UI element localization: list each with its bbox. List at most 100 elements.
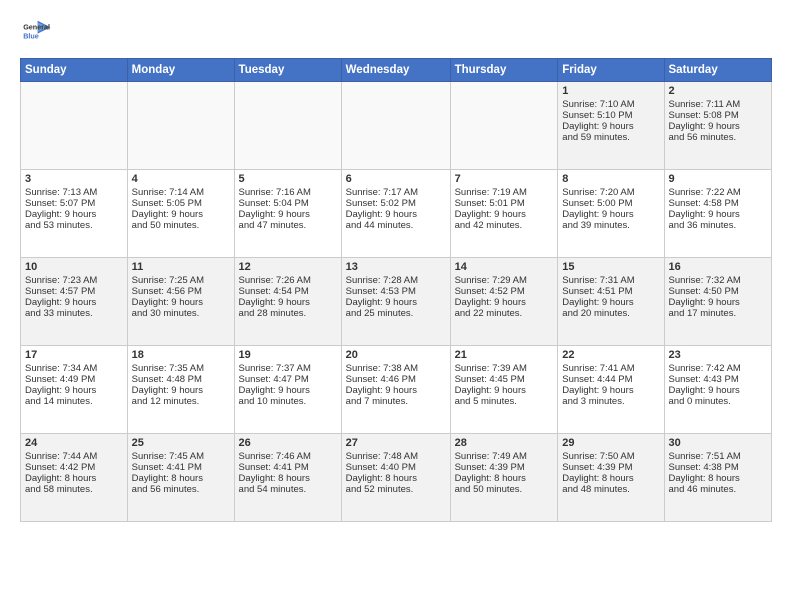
calendar-cell: 6Sunrise: 7:17 AMSunset: 5:02 PMDaylight…	[341, 170, 450, 258]
day-info-line: and 20 minutes.	[562, 308, 659, 319]
day-info-line: and 30 minutes.	[132, 308, 230, 319]
day-info-line: Sunset: 4:45 PM	[455, 374, 554, 385]
dow-monday: Monday	[127, 59, 234, 82]
day-info-line: Sunrise: 7:51 AM	[669, 451, 768, 462]
week-row-4: 24Sunrise: 7:44 AMSunset: 4:42 PMDayligh…	[21, 434, 772, 522]
day-info-line: Daylight: 8 hours	[25, 473, 123, 484]
day-number: 1	[562, 85, 659, 97]
day-info-line: and 50 minutes.	[132, 220, 230, 231]
day-info-line: and 10 minutes.	[239, 396, 337, 407]
day-info-line: and 52 minutes.	[346, 484, 446, 495]
day-number: 29	[562, 437, 659, 449]
day-number: 14	[455, 261, 554, 273]
day-info-line: Sunset: 4:47 PM	[239, 374, 337, 385]
day-info-line: Daylight: 8 hours	[455, 473, 554, 484]
day-info-line: and 47 minutes.	[239, 220, 337, 231]
calendar-cell: 18Sunrise: 7:35 AMSunset: 4:48 PMDayligh…	[127, 346, 234, 434]
day-info-line: and 33 minutes.	[25, 308, 123, 319]
day-info-line: Daylight: 9 hours	[346, 385, 446, 396]
day-info-line: Daylight: 9 hours	[346, 297, 446, 308]
day-info-line: Sunrise: 7:22 AM	[669, 187, 768, 198]
calendar-cell: 19Sunrise: 7:37 AMSunset: 4:47 PMDayligh…	[234, 346, 341, 434]
day-info-line: Sunrise: 7:31 AM	[562, 275, 659, 286]
day-info-line: Sunset: 4:38 PM	[669, 462, 768, 473]
day-info-line: Sunset: 4:42 PM	[25, 462, 123, 473]
day-number: 6	[346, 173, 446, 185]
day-info-line: Sunrise: 7:49 AM	[455, 451, 554, 462]
calendar-cell: 16Sunrise: 7:32 AMSunset: 4:50 PMDayligh…	[664, 258, 772, 346]
day-info-line: Daylight: 9 hours	[239, 297, 337, 308]
day-number: 5	[239, 173, 337, 185]
calendar-cell: 14Sunrise: 7:29 AMSunset: 4:52 PMDayligh…	[450, 258, 558, 346]
calendar-body: 1Sunrise: 7:10 AMSunset: 5:10 PMDaylight…	[21, 82, 772, 522]
day-info-line: Sunrise: 7:42 AM	[669, 363, 768, 374]
day-info-line: Daylight: 9 hours	[669, 209, 768, 220]
day-info-line: Sunset: 5:07 PM	[25, 198, 123, 209]
dow-sunday: Sunday	[21, 59, 128, 82]
calendar-cell	[21, 82, 128, 170]
calendar-cell: 4Sunrise: 7:14 AMSunset: 5:05 PMDaylight…	[127, 170, 234, 258]
day-info-line: Sunrise: 7:38 AM	[346, 363, 446, 374]
calendar-cell: 2Sunrise: 7:11 AMSunset: 5:08 PMDaylight…	[664, 82, 772, 170]
day-info-line: Daylight: 9 hours	[132, 297, 230, 308]
day-info-line: Sunset: 4:57 PM	[25, 286, 123, 297]
day-info-line: and 17 minutes.	[669, 308, 768, 319]
day-info-line: Daylight: 9 hours	[455, 209, 554, 220]
calendar-cell: 27Sunrise: 7:48 AMSunset: 4:40 PMDayligh…	[341, 434, 450, 522]
day-number: 13	[346, 261, 446, 273]
day-info-line: and 28 minutes.	[239, 308, 337, 319]
calendar-cell: 30Sunrise: 7:51 AMSunset: 4:38 PMDayligh…	[664, 434, 772, 522]
calendar-cell	[234, 82, 341, 170]
day-info-line: and 53 minutes.	[25, 220, 123, 231]
calendar-cell	[450, 82, 558, 170]
day-info-line: Sunrise: 7:28 AM	[346, 275, 446, 286]
day-info-line: Sunset: 4:41 PM	[132, 462, 230, 473]
day-info-line: Sunset: 4:58 PM	[669, 198, 768, 209]
dow-tuesday: Tuesday	[234, 59, 341, 82]
day-info-line: Sunrise: 7:37 AM	[239, 363, 337, 374]
day-info-line: and 46 minutes.	[669, 484, 768, 495]
day-info-line: Sunset: 5:05 PM	[132, 198, 230, 209]
calendar-cell: 11Sunrise: 7:25 AMSunset: 4:56 PMDayligh…	[127, 258, 234, 346]
day-number: 4	[132, 173, 230, 185]
day-info-line: Sunrise: 7:16 AM	[239, 187, 337, 198]
day-info-line: Sunrise: 7:10 AM	[562, 99, 659, 110]
day-info-line: Daylight: 9 hours	[239, 209, 337, 220]
calendar-cell	[127, 82, 234, 170]
day-number: 28	[455, 437, 554, 449]
day-info-line: Daylight: 9 hours	[239, 385, 337, 396]
logo: General Blue	[20, 16, 52, 48]
day-info-line: Sunset: 4:40 PM	[346, 462, 446, 473]
day-number: 26	[239, 437, 337, 449]
day-info-line: and 3 minutes.	[562, 396, 659, 407]
day-info-line: Sunset: 4:56 PM	[132, 286, 230, 297]
day-info-line: and 5 minutes.	[455, 396, 554, 407]
calendar-cell: 23Sunrise: 7:42 AMSunset: 4:43 PMDayligh…	[664, 346, 772, 434]
day-info-line: Sunset: 4:49 PM	[25, 374, 123, 385]
day-number: 8	[562, 173, 659, 185]
day-info-line: Sunrise: 7:19 AM	[455, 187, 554, 198]
day-info-line: Sunset: 5:04 PM	[239, 198, 337, 209]
day-info-line: and 12 minutes.	[132, 396, 230, 407]
day-info-line: and 59 minutes.	[562, 132, 659, 143]
day-info-line: Sunrise: 7:29 AM	[455, 275, 554, 286]
svg-text:General: General	[23, 23, 50, 32]
day-number: 2	[669, 85, 768, 97]
day-info-line: Daylight: 9 hours	[25, 209, 123, 220]
calendar-cell: 5 Sunrise: 7:16 AMSunset: 5:04 PMDaylight…	[234, 170, 341, 258]
day-number: 11	[132, 261, 230, 273]
calendar-header: SundayMondayTuesdayWednesdayThursdayFrid…	[21, 59, 772, 82]
day-info-line: Daylight: 8 hours	[562, 473, 659, 484]
calendar-cell: 15Sunrise: 7:31 AMSunset: 4:51 PMDayligh…	[558, 258, 664, 346]
calendar-cell: 24Sunrise: 7:44 AMSunset: 4:42 PMDayligh…	[21, 434, 128, 522]
calendar-cell: 12Sunrise: 7:26 AMSunset: 4:54 PMDayligh…	[234, 258, 341, 346]
calendar-cell: 8Sunrise: 7:20 AMSunset: 5:00 PMDaylight…	[558, 170, 664, 258]
day-info-line: Sunset: 4:41 PM	[239, 462, 337, 473]
day-info-line: Sunset: 4:39 PM	[562, 462, 659, 473]
day-info-line: Sunrise: 7:45 AM	[132, 451, 230, 462]
day-info-line: and 50 minutes.	[455, 484, 554, 495]
day-info-line: Sunrise: 7:11 AM	[669, 99, 768, 110]
calendar-cell: 1Sunrise: 7:10 AMSunset: 5:10 PMDaylight…	[558, 82, 664, 170]
day-number: 21	[455, 349, 554, 361]
calendar-cell	[341, 82, 450, 170]
